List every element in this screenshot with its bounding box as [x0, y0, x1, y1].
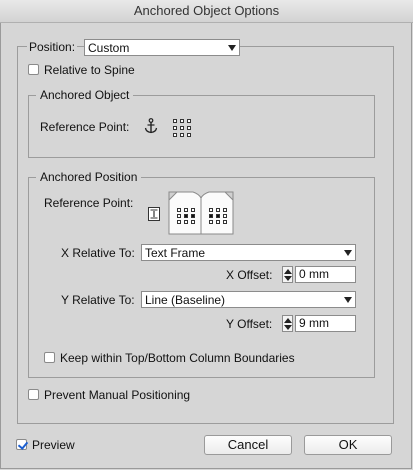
- ref-point-left-tl[interactable]: [177, 208, 181, 212]
- position-value: Custom: [88, 41, 130, 55]
- ref-point-right-mc[interactable]: [216, 214, 220, 218]
- anchored-object-legend: Anchored Object: [36, 88, 134, 102]
- ref-point-right-bl[interactable]: [209, 220, 213, 224]
- y-relative-value: Line (Baseline): [145, 293, 226, 307]
- prevent-manual-checkbox[interactable]: [28, 389, 39, 400]
- y-relative-label: Y Relative To:: [61, 293, 135, 307]
- cancel-button[interactable]: Cancel: [204, 435, 292, 455]
- x-offset-input[interactable]: 0 mm: [295, 266, 356, 283]
- ref-point-left-br[interactable]: [191, 220, 195, 224]
- ref-point-tl[interactable]: [173, 119, 177, 123]
- y-offset-stepper[interactable]: [282, 315, 293, 332]
- chevron-down-icon: [344, 250, 352, 256]
- ref-point-right-tc[interactable]: [216, 208, 220, 212]
- preview-label[interactable]: Preview: [32, 438, 75, 452]
- preview-checkbox[interactable]: [16, 439, 27, 450]
- x-offset-stepper[interactable]: [282, 266, 293, 283]
- page-spread-reference-point[interactable]: [165, 190, 237, 236]
- ref-point-bl[interactable]: [173, 133, 177, 137]
- y-offset-label: Y Offset:: [226, 317, 273, 331]
- ref-point-mc[interactable]: [180, 126, 184, 130]
- ref-point-left-tc[interactable]: [184, 208, 188, 212]
- ref-point-left-mc[interactable]: [184, 214, 188, 218]
- chevron-down-icon: [344, 297, 352, 303]
- ref-point-tr[interactable]: [187, 119, 191, 123]
- ref-point-left-tr[interactable]: [191, 208, 195, 212]
- ref-point-right-br[interactable]: [223, 220, 227, 224]
- ref-point-right-ml[interactable]: [209, 214, 213, 218]
- anchored-object-reference-point-grid[interactable]: [173, 119, 192, 138]
- stepper-down-icon[interactable]: [284, 325, 292, 330]
- position-dropdown[interactable]: Custom: [84, 39, 240, 56]
- relative-to-spine-checkbox[interactable]: [28, 64, 39, 75]
- ref-point-left-ml[interactable]: [177, 214, 181, 218]
- ref-point-left-bl[interactable]: [177, 220, 181, 224]
- ref-point-left-mr[interactable]: [191, 214, 195, 218]
- anchored-object-reference-point-label: Reference Point:: [40, 120, 130, 134]
- page-spread-icon: [168, 191, 234, 235]
- ref-point-right-mr[interactable]: [223, 214, 227, 218]
- ref-point-br[interactable]: [187, 133, 191, 137]
- ref-point-bc[interactable]: [180, 133, 184, 137]
- keep-within-checkbox[interactable]: [44, 352, 55, 363]
- relative-to-spine-label[interactable]: Relative to Spine: [44, 63, 135, 77]
- keep-within-label[interactable]: Keep within Top/Bottom Column Boundaries: [60, 351, 295, 365]
- title-bar: Anchored Object Options: [0, 0, 413, 23]
- ref-point-left-bc[interactable]: [184, 220, 188, 224]
- ref-point-mr[interactable]: [187, 126, 191, 130]
- ok-button[interactable]: OK: [304, 435, 392, 455]
- chevron-down-icon: [228, 45, 236, 51]
- window-title: Anchored Object Options: [133, 3, 280, 18]
- prevent-manual-label[interactable]: Prevent Manual Positioning: [44, 388, 190, 402]
- x-relative-label: X Relative To:: [61, 246, 135, 260]
- position-label: Position:: [27, 40, 78, 54]
- x-relative-dropdown[interactable]: Text Frame: [141, 244, 356, 261]
- ref-point-right-tr[interactable]: [223, 208, 227, 212]
- anchored-position-reference-point-label: Reference Point:: [44, 196, 134, 210]
- ref-point-ml[interactable]: [173, 126, 177, 130]
- stepper-up-icon[interactable]: [284, 269, 292, 274]
- split-y-icon: [148, 207, 160, 221]
- ref-point-right-bc[interactable]: [216, 220, 220, 224]
- anchored-position-legend: Anchored Position: [36, 170, 142, 184]
- stepper-down-icon[interactable]: [284, 276, 292, 281]
- ref-point-tc[interactable]: [180, 119, 184, 123]
- x-relative-value: Text Frame: [145, 246, 206, 260]
- y-relative-dropdown[interactable]: Line (Baseline): [141, 291, 356, 308]
- anchor-icon: [144, 118, 158, 134]
- y-offset-input[interactable]: 9 mm: [295, 315, 356, 332]
- stepper-up-icon[interactable]: [284, 318, 292, 323]
- x-offset-label: X Offset:: [226, 268, 273, 282]
- ref-point-right-tl[interactable]: [209, 208, 213, 212]
